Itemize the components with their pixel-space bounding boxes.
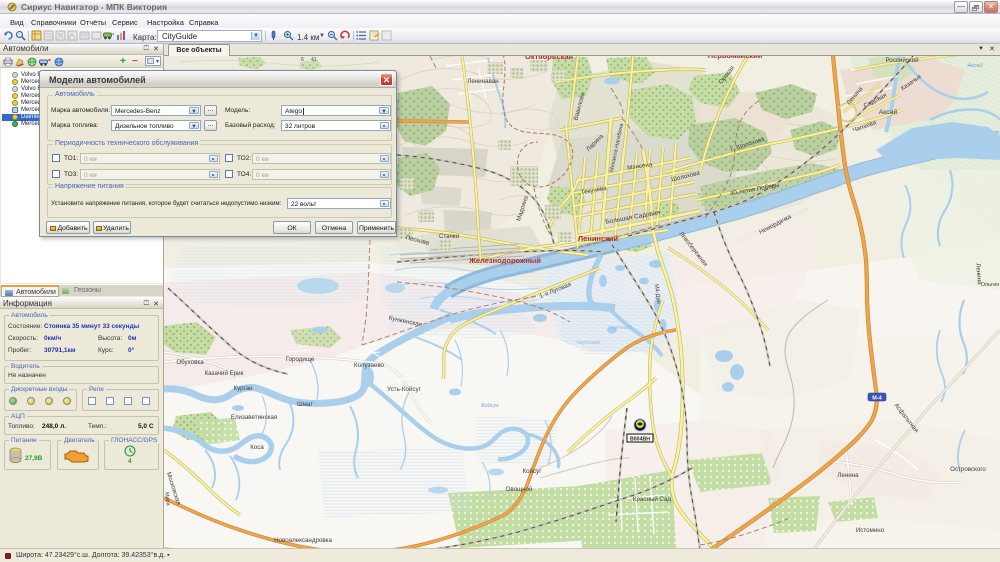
svg-text:Мира: Мира: [164, 492, 171, 506]
svg-text:Казачий Ерик: Казачий Ерик: [205, 370, 244, 377]
svg-text:Истомино: Истомино: [856, 527, 885, 534]
svg-text:41: 41: [311, 57, 317, 63]
svg-text:Аксай: Аксай: [879, 108, 898, 116]
svg-text:Островского: Островского: [950, 466, 986, 473]
svg-text:Елизаветинская: Елизаветинская: [231, 414, 277, 421]
svg-text:Ленинский: Ленинский: [578, 234, 619, 243]
svg-text:М-4: М-4: [872, 396, 882, 402]
svg-text:Аксай: Аксай: [966, 62, 982, 69]
svg-text:Усть-Койсуг: Усть-Койсуг: [387, 386, 421, 393]
svg-text:Койсуг: Койсуг: [481, 402, 499, 409]
svg-text:Красный Сад: Красный Сад: [633, 496, 672, 503]
svg-text:Стачки: Стачки: [439, 233, 459, 240]
svg-text:6: 6: [301, 57, 304, 63]
svg-text:Овощной: Овощной: [506, 486, 533, 493]
svg-text:Чмутовая: Чмутовая: [608, 325, 632, 331]
svg-text:Российский: Российский: [885, 57, 919, 64]
svg-text:Ольгин: Ольгин: [981, 282, 1000, 288]
svg-text:В004ВН: В004ВН: [630, 436, 650, 442]
svg-text:Ленина: Ленина: [837, 472, 859, 479]
svg-text:Шмат: Шмат: [297, 401, 313, 408]
svg-text:Чмутовая: Чмутовая: [576, 340, 600, 346]
svg-text:Койсуг: Койсуг: [523, 468, 543, 475]
svg-text:Ленинаван: Ленинаван: [467, 78, 498, 85]
svg-text:Курган: Курган: [233, 385, 252, 392]
svg-text:Железнодорожный: Железнодорожный: [468, 256, 541, 265]
svg-text:Коса: Коса: [250, 444, 264, 451]
svg-text:Городище: Городище: [286, 356, 315, 363]
svg-text:Новоалександровка: Новоалександровка: [274, 537, 332, 544]
svg-text:Обуховка: Обуховка: [176, 359, 204, 366]
svg-text:Колузаево: Колузаево: [354, 362, 385, 369]
svg-text:Октябрьская: Октябрьская: [525, 56, 573, 61]
svg-text:Первомайский: Первомайский: [708, 56, 763, 60]
